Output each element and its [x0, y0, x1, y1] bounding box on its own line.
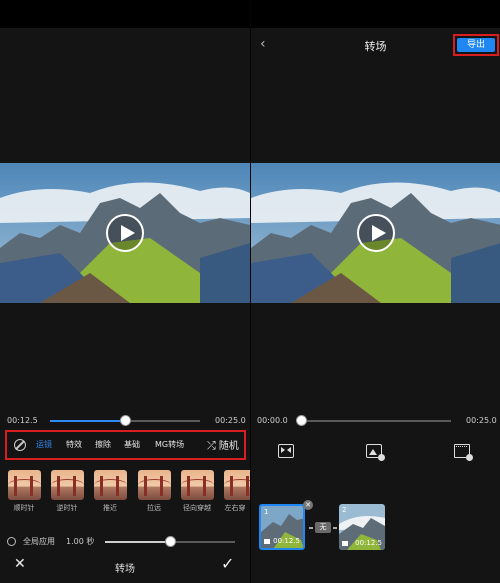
check-icon[interactable]: ✓ [221, 554, 234, 573]
random-button[interactable]: ⤮ 随机 [207, 437, 239, 453]
clip-1[interactable]: 1 00:12.5 [259, 504, 305, 550]
random-label: 随机 [218, 441, 239, 452]
status-bar [0, 0, 250, 28]
tab-mg-transition[interactable]: MG转场 [155, 439, 184, 450]
apply-all-radio[interactable] [7, 537, 16, 546]
video-camera-icon [342, 541, 348, 546]
tab-wipe[interactable]: 擦除 [95, 439, 111, 450]
transition-label: 顺时针 [13, 504, 35, 512]
transition-thumb-pull-out[interactable] [138, 470, 171, 500]
transition-label: 左右穿 [224, 504, 246, 512]
transition-label: 逆时针 [56, 504, 78, 512]
duration-progress [105, 541, 170, 543]
video-camera-icon [264, 539, 270, 544]
playback-slider[interactable] [301, 420, 451, 422]
clip-number: 2 [342, 506, 347, 514]
transition-label: 径向穿越 [183, 504, 211, 512]
timeline-editor-panel: ‹ 转场 导出 00:00.0 00:25.0 1 00:12.5 ✕ 无 2 … [251, 0, 500, 583]
transition-editor-panel: 00:12.5 00:25.0 运镜 特效 擦除 基础 MG转场 ⤮ 随机 顺时针… [0, 0, 250, 583]
duration-value: 1.00 秒 [66, 537, 95, 546]
shuffle-icon: ⤮ [207, 439, 216, 452]
play-icon[interactable] [356, 214, 395, 252]
play-icon[interactable] [106, 214, 144, 252]
transition-thumb-clockwise[interactable] [8, 470, 41, 500]
total-time: 00:25.0 [466, 416, 497, 425]
clip-number: 1 [264, 508, 269, 516]
tab-basic[interactable]: 基础 [124, 439, 140, 450]
transition-icon[interactable] [278, 444, 294, 458]
export-button[interactable]: 导出 [457, 38, 495, 52]
current-time: 00:12.5 [7, 416, 38, 425]
clip-duration: 00:12.5 [273, 537, 300, 545]
transition-label: 拉远 [147, 504, 161, 512]
transition-thumb-push-in[interactable] [94, 470, 127, 500]
bottom-title: 转场 [115, 564, 135, 575]
clip-2[interactable]: 2 00:12.5 [339, 504, 385, 550]
playback-progress [50, 420, 125, 422]
image-add-icon[interactable] [366, 444, 385, 461]
playback-slider-handle[interactable] [295, 415, 307, 426]
video-preview[interactable] [0, 163, 250, 303]
film-add-icon[interactable] [454, 444, 473, 461]
transition-thumb-left-right[interactable] [224, 470, 250, 500]
delete-clip-icon[interactable]: ✕ [303, 500, 313, 510]
video-preview[interactable] [251, 163, 500, 303]
transition-label: 推近 [103, 504, 117, 512]
clip-duration: 00:12.5 [355, 539, 382, 547]
tab-camera-move[interactable]: 运镜 [36, 439, 52, 450]
current-time: 00:00.0 [257, 416, 288, 425]
status-bar [251, 0, 500, 28]
no-effect-icon[interactable] [14, 439, 26, 451]
export-highlight: 导出 [453, 34, 499, 56]
transition-thumb-radial[interactable] [181, 470, 214, 500]
apply-all-label: 全局应用 [23, 537, 55, 546]
link-connector [309, 527, 313, 529]
transition-thumb-counterclockwise[interactable] [51, 470, 84, 500]
link-connector [333, 527, 337, 529]
total-time: 00:25.0 [215, 416, 246, 425]
playback-slider-handle[interactable] [119, 415, 131, 426]
transition-badge[interactable]: 无 [315, 522, 331, 533]
duration-slider-handle[interactable] [164, 536, 176, 547]
transition-category-bar: 运镜 特效 擦除 基础 MG转场 ⤮ 随机 [5, 430, 246, 460]
tab-effects[interactable]: 特效 [66, 439, 82, 450]
